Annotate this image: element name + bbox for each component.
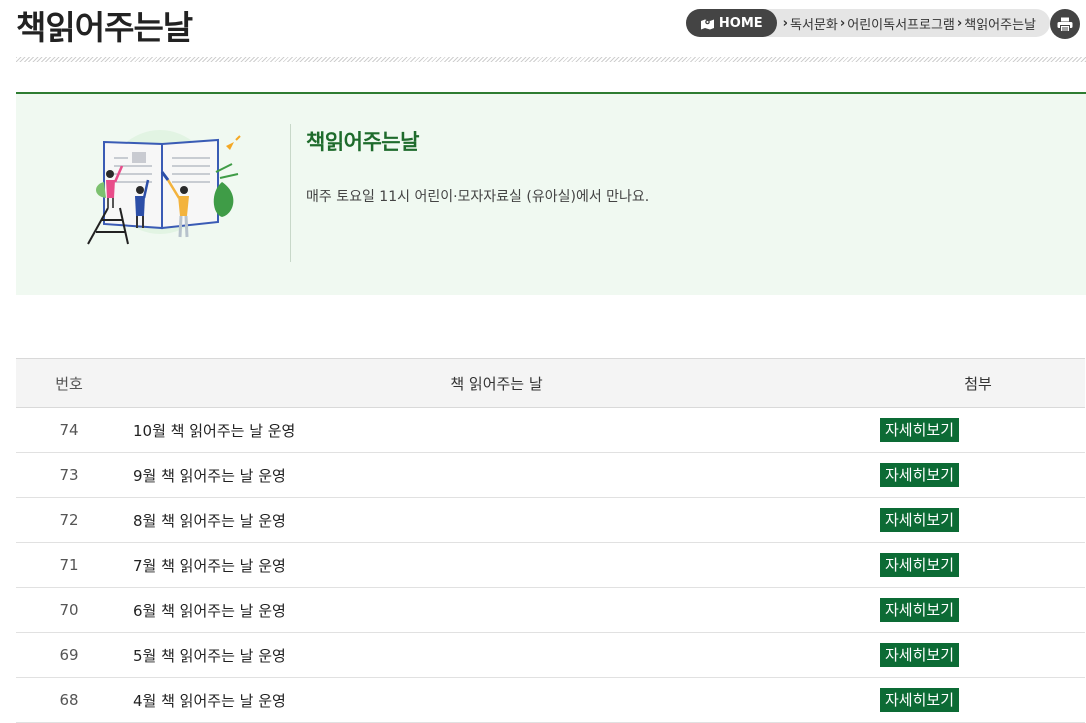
detail-view-button[interactable]: 자세히보기 xyxy=(880,508,960,532)
table-row: 74 10월 책 읽어주는 날 운영 자세히보기 xyxy=(16,407,1085,453)
breadcrumb-label: 어린이독서프로그램 xyxy=(847,17,955,33)
row-attachment-cell: 자세히보기 xyxy=(871,677,1085,723)
detail-view-button[interactable]: 자세히보기 xyxy=(880,688,960,712)
breadcrumb-label: 책읽어주는날 xyxy=(964,17,1036,33)
map-marker-icon xyxy=(700,19,714,29)
row-attachment-cell: 자세히보기 xyxy=(871,407,1085,453)
detail-view-button[interactable]: 자세히보기 xyxy=(880,463,960,487)
row-title-link[interactable]: 4월 책 읽어주는 날 운영 xyxy=(122,677,871,723)
breadcrumb-item-1[interactable]: › 독서문화 xyxy=(781,14,838,33)
program-title: 책읽어주는날 xyxy=(306,130,419,154)
row-number: 69 xyxy=(16,632,122,678)
printer-icon xyxy=(1057,17,1073,32)
column-header-number: 번호 xyxy=(16,358,122,408)
reading-illustration xyxy=(87,130,241,245)
table-header-row: 번호 책 읽어주는 날 첨부 xyxy=(16,358,1085,408)
row-attachment-cell: 자세히보기 xyxy=(871,587,1085,633)
program-list-table: 번호 책 읽어주는 날 첨부 74 10월 책 읽어주는 날 운영 자세히보기 … xyxy=(16,358,1085,723)
table-row: 71 7월 책 읽어주는 날 운영 자세히보기 xyxy=(16,542,1085,588)
breadcrumb-label: 독서문화 xyxy=(790,17,838,33)
title-divider xyxy=(16,57,1086,62)
row-title-link[interactable]: 7월 책 읽어주는 날 운영 xyxy=(122,542,871,588)
breadcrumb-item-2[interactable]: › 어린이독서프로그램 xyxy=(838,14,955,33)
row-title-link[interactable]: 6월 책 읽어주는 날 운영 xyxy=(122,587,871,633)
table-row: 69 5월 책 읽어주는 날 운영 자세히보기 xyxy=(16,632,1085,678)
row-attachment-cell: 자세히보기 xyxy=(871,452,1085,498)
table-row: 68 4월 책 읽어주는 날 운영 자세히보기 xyxy=(16,677,1085,723)
table-row: 70 6월 책 읽어주는 날 운영 자세히보기 xyxy=(16,587,1085,633)
row-number: 70 xyxy=(16,587,122,633)
row-title-link[interactable]: 10월 책 읽어주는 날 운영 xyxy=(122,407,871,453)
intro-divider xyxy=(290,124,291,262)
chevron-right-icon: › xyxy=(839,15,846,31)
row-number: 68 xyxy=(16,677,122,723)
page-title: 책읽어주는날 xyxy=(16,8,193,47)
column-header-attachment: 첨부 xyxy=(871,358,1085,408)
row-attachment-cell: 자세히보기 xyxy=(871,542,1085,588)
detail-view-button[interactable]: 자세히보기 xyxy=(880,418,960,442)
row-number: 74 xyxy=(16,407,122,453)
breadcrumb-home-label: HOME xyxy=(718,15,763,31)
detail-view-button[interactable]: 자세히보기 xyxy=(880,598,960,622)
row-number: 73 xyxy=(16,452,122,498)
column-header-title: 책 읽어주는 날 xyxy=(122,358,871,408)
breadcrumb-item-3[interactable]: › 책읽어주는날 xyxy=(955,14,1036,33)
print-button[interactable] xyxy=(1050,9,1080,39)
row-title-link[interactable]: 5월 책 읽어주는 날 운영 xyxy=(122,632,871,678)
row-title-link[interactable]: 9월 책 읽어주는 날 운영 xyxy=(122,452,871,498)
row-attachment-cell: 자세히보기 xyxy=(871,497,1085,543)
table-row: 73 9월 책 읽어주는 날 운영 자세히보기 xyxy=(16,452,1085,498)
row-number: 71 xyxy=(16,542,122,588)
chevron-right-icon: › xyxy=(782,15,789,31)
breadcrumb: HOME › 독서문화 › 어린이독서프로그램 › 책읽어주는날 xyxy=(685,9,1050,37)
detail-view-button[interactable]: 자세히보기 xyxy=(880,553,960,577)
breadcrumb-home-link[interactable]: HOME xyxy=(685,9,777,37)
chevron-right-icon: › xyxy=(956,15,963,31)
row-number: 72 xyxy=(16,497,122,543)
program-intro-box: 책읽어주는날 매주 토요일 11시 어린이·모자자료실 (유아실)에서 만나요. xyxy=(16,92,1086,295)
table-row: 72 8월 책 읽어주는 날 운영 자세히보기 xyxy=(16,497,1085,543)
detail-view-button[interactable]: 자세히보기 xyxy=(880,643,960,667)
row-attachment-cell: 자세히보기 xyxy=(871,632,1085,678)
row-title-link[interactable]: 8월 책 읽어주는 날 운영 xyxy=(122,497,871,543)
program-description: 매주 토요일 11시 어린이·모자자료실 (유아실)에서 만나요. xyxy=(306,189,650,205)
